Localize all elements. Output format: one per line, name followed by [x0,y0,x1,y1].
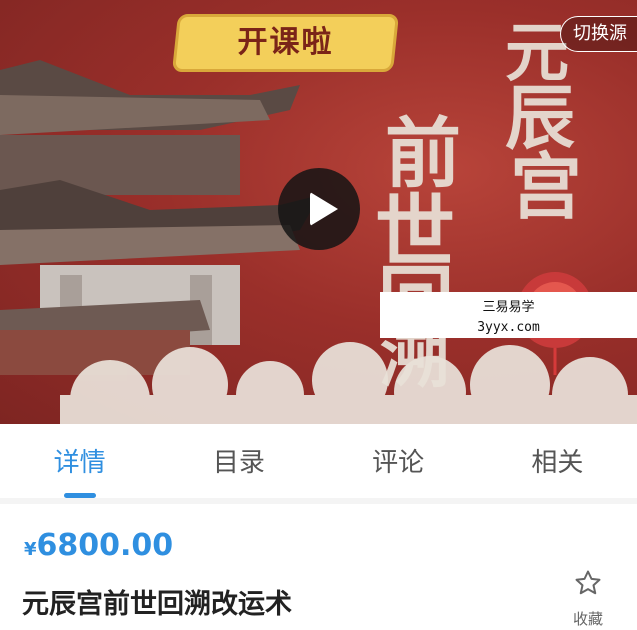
favorite-label: 收藏 [572,610,603,628]
active-tab-indicator [63,493,96,498]
favorite-button[interactable]: 收藏 [562,568,614,629]
video-player[interactable]: 开课啦 元 辰 宫 前 世 回 溯 切换源 三易易学 3yyx.com [0,0,637,424]
course-banner: 开课啦 [171,14,400,72]
banner-text: 开课啦 [237,25,334,60]
product-title: 元辰宫前世回溯改运术 [22,589,292,620]
tab-related[interactable]: 相关 [478,424,637,498]
tab-comments-label: 评论 [372,448,425,478]
switch-source-button[interactable]: 切换源 [560,16,637,52]
price-amount: 6800.00 [36,528,174,563]
product-info: ¥6800.00 元辰宫前世回溯改运术 收藏 [0,504,637,630]
watermark: 三易易学 3yyx.com [380,292,637,338]
tab-details-label: 详情 [53,448,106,478]
tab-comments[interactable]: 评论 [319,424,478,498]
currency-symbol: ¥ [24,539,37,560]
play-button[interactable] [278,168,360,250]
star-icon [575,570,601,595]
tab-related-label: 相关 [531,448,584,478]
tab-catalog-label: 目录 [212,448,265,478]
price: ¥6800.00 [24,528,173,563]
tab-bar: 详情 目录 评论 相关 [0,424,637,498]
watermark-line2: 3yyx.com [477,320,540,335]
watermark-line1: 三易易学 [482,300,535,315]
tab-catalog[interactable]: 目录 [159,424,318,498]
cover-char-3: 宫 [510,144,583,229]
tab-details[interactable]: 详情 [0,424,159,498]
play-icon [310,192,338,226]
